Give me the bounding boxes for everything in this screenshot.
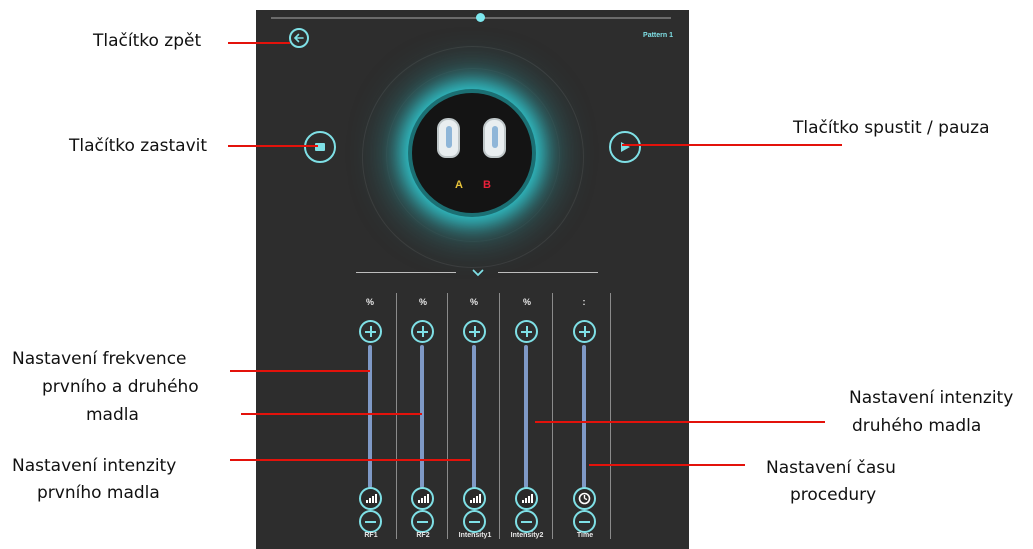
rf1-minus-button[interactable] [359,510,382,533]
annotation-back: Tlačítko zpět [93,31,202,51]
annotation-line-time [589,464,745,466]
stop-button[interactable] [304,131,336,163]
annotation-line-rf1 [230,370,370,372]
rf2-label: RF2 [416,532,430,539]
annotation-line-intensity1 [230,459,470,461]
annotation-play-pause: Tlačítko spustit / pauza [793,118,990,138]
top-progress-track[interactable] [271,17,671,19]
annotation-line-rf2 [241,413,422,415]
signal-bars-icon [366,494,377,503]
intensity2-slider-track[interactable] [524,345,528,488]
column-separator [499,293,500,539]
annotation-freq-line2: prvního a druhého [42,377,199,397]
annotation-line-play [622,144,842,146]
back-arrow-icon [293,33,304,43]
play-pause-button[interactable] [609,131,641,163]
time-unit: : [582,297,586,307]
intensity1-slider-knob[interactable] [463,487,486,510]
annotation-stop: Tlačítko zastavit [69,136,208,156]
column-separator [552,293,553,539]
clock-icon [578,492,591,505]
column-separator [447,293,448,539]
annotation-time-line1: Nastavení času [766,458,896,478]
time-label: Time [576,532,594,539]
rf1-unit: % [365,297,374,307]
signal-bars-icon [418,494,429,503]
annotation-int1-line1: Nastavení intenzity [12,456,177,476]
annotation-int2-line2: druhého madla [852,416,982,436]
column-separator [396,293,397,539]
rf2-slider-knob[interactable] [411,487,434,510]
time-slider-track[interactable] [582,345,586,488]
time-slider-knob[interactable] [573,487,596,510]
annotation-line-back [228,42,290,44]
annotation-line-stop [228,145,318,147]
app-screen: Pattern 1 A B % RF1 % RF2 % Intensity1 %… [256,10,689,549]
chevron-down-icon[interactable] [472,269,484,277]
intensity1-plus-button[interactable] [463,320,486,343]
rf2-minus-button[interactable] [411,510,434,533]
back-button[interactable] [289,28,309,48]
intensity1-unit: % [469,297,478,307]
time-plus-button[interactable] [573,320,596,343]
annotation-freq-line1: Nastavení frekvence [12,349,187,369]
rf1-slider-knob[interactable] [359,487,382,510]
annotation-int1-line2: prvního madla [37,483,160,503]
rf2-slider-track[interactable] [420,345,424,488]
rf2-plus-button[interactable] [411,320,434,343]
intensity2-slider-knob[interactable] [515,487,538,510]
annotation-line-intensity2 [535,421,825,423]
divider-left [356,272,456,273]
handle-a-icon [437,118,460,158]
intensity1-label: Intensity1 [458,532,492,539]
rf1-plus-button[interactable] [359,320,382,343]
annotation-int2-line1: Nastavení intenzity [849,388,1014,408]
divider-right [498,272,598,273]
play-icon [621,142,630,152]
handle-b-icon [483,118,506,158]
intensity2-unit: % [522,297,531,307]
column-separator [610,293,611,539]
handle-a-label: A [455,179,463,191]
intensity1-minus-button[interactable] [463,510,486,533]
rf1-slider-track[interactable] [368,345,372,488]
device-visual: A B [412,93,532,213]
intensity2-minus-button[interactable] [515,510,538,533]
time-minus-button[interactable] [573,510,596,533]
intensity2-label: Intensity2 [510,532,544,539]
signal-bars-icon [522,494,533,503]
annotation-time-line2: procedury [790,485,877,505]
pattern-label: Pattern 1 [643,32,673,39]
intensity1-slider-track[interactable] [472,345,476,488]
top-progress-knob[interactable] [476,13,485,22]
rf1-label: RF1 [364,532,378,539]
intensity2-plus-button[interactable] [515,320,538,343]
signal-bars-icon [470,494,481,503]
rf2-unit: % [418,297,427,307]
handle-b-label: B [483,179,491,191]
annotation-freq-line3: madla [86,405,139,425]
